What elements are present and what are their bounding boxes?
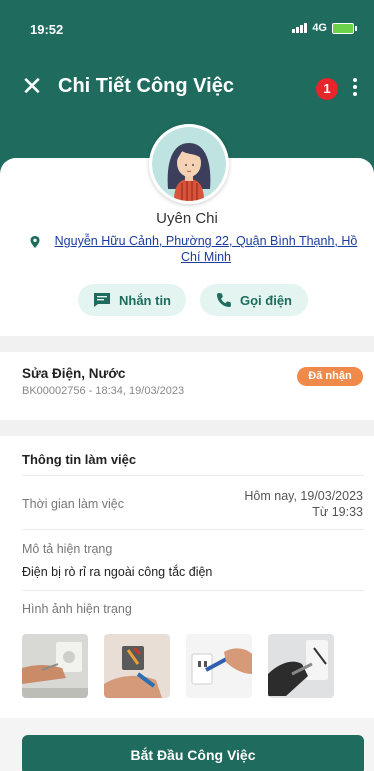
status-image-thumbnail[interactable] xyxy=(22,634,88,698)
location-pin-icon xyxy=(30,236,40,248)
avatar xyxy=(149,124,229,204)
status-badge: Đã nhận xyxy=(297,367,363,386)
job-title: Sửa Điện, Nước xyxy=(22,366,126,381)
address-row: Nguyễn Hữu Cảnh, Phường 22, Quận Bình Th… xyxy=(28,233,364,265)
start-job-button[interactable]: Bắt Đầu Công Việc xyxy=(22,735,364,771)
work-time-start: Từ 19:33 xyxy=(312,505,363,519)
work-info-title: Thông tin làm việc xyxy=(22,452,137,467)
status-indicators: 4G xyxy=(292,22,357,34)
call-button-label: Gọi điện xyxy=(240,292,292,308)
status-image-thumbnail[interactable] xyxy=(268,634,334,698)
chat-icon xyxy=(94,293,110,307)
customer-address-link[interactable]: Nguyễn Hữu Cảnh, Phường 22, Quận Bình Th… xyxy=(48,233,364,265)
divider xyxy=(22,590,364,591)
status-bar: 19:52 4G xyxy=(0,0,374,52)
phone-icon xyxy=(217,293,231,307)
divider xyxy=(22,529,364,530)
more-options-icon[interactable] xyxy=(348,75,362,101)
description-value: Điện bị rò rỉ ra ngoài công tắc điện xyxy=(22,565,213,579)
description-label: Mô tả hiện trạng xyxy=(22,542,113,556)
status-image-thumbnail[interactable] xyxy=(186,634,252,698)
divider xyxy=(22,475,364,476)
network-type: 4G xyxy=(312,22,327,34)
call-button[interactable]: Gọi điện xyxy=(200,284,308,316)
job-code-time: BK00002756 - 18:34, 19/03/2023 xyxy=(22,385,185,397)
status-image-thumbnail[interactable] xyxy=(104,634,170,698)
message-button-label: Nhắn tin xyxy=(119,292,171,308)
app-bar: ✕ Chi Tiết Công Việc 1 xyxy=(0,70,374,106)
page-title: Chi Tiết Công Việc xyxy=(58,75,234,97)
signal-icon xyxy=(292,23,308,33)
work-time-label: Thời gian làm việc xyxy=(22,497,124,511)
work-time-date: Hôm nay, 19/03/2023 xyxy=(244,489,363,503)
status-time: 19:52 xyxy=(30,22,64,37)
customer-name: Uyên Chi xyxy=(156,210,218,227)
message-button[interactable]: Nhắn tin xyxy=(78,284,186,316)
notification-badge[interactable]: 1 xyxy=(316,78,338,100)
battery-icon xyxy=(332,22,357,34)
images-label: Hình ảnh hiện trạng xyxy=(22,602,132,616)
section-divider xyxy=(0,336,374,352)
section-divider xyxy=(0,420,374,436)
close-button[interactable]: ✕ xyxy=(18,72,46,100)
